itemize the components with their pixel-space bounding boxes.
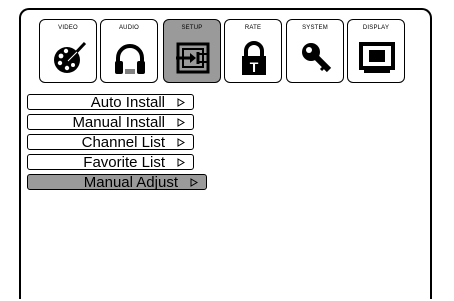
- arrow-right-icon: [177, 98, 185, 107]
- menu-item-channel-list[interactable]: Channel List: [27, 134, 194, 150]
- palette-icon: [54, 41, 87, 73]
- arrow-right-icon: [177, 158, 185, 167]
- menu-item-label: Channel List: [81, 134, 165, 151]
- monitor-icon: [359, 42, 395, 73]
- tab-label: DISPLAY: [362, 25, 390, 31]
- arrow-right-icon: [177, 138, 185, 147]
- tab-label: SETUP: [181, 25, 203, 31]
- tab-display[interactable]: DISPLAY: [347, 19, 405, 83]
- tab-label: AUDIO: [118, 25, 139, 31]
- menu-item-label: Manual Adjust: [83, 174, 178, 191]
- tab-label: SYSTEM: [302, 25, 328, 31]
- key-icon: [302, 43, 332, 73]
- tab-video[interactable]: VIDEO: [39, 19, 97, 83]
- arrow-right-icon: [177, 118, 185, 127]
- menu-item-auto-install[interactable]: Auto Install: [27, 94, 194, 110]
- tab-label: RATE: [244, 25, 262, 31]
- menu-item-label: Auto Install: [90, 94, 165, 111]
- tab-setup[interactable]: SETUP: [163, 19, 221, 83]
- input-icon: [176, 42, 210, 74]
- menu-item-manual-install[interactable]: Manual Install: [27, 114, 194, 130]
- tab-label: VIDEO: [58, 25, 78, 31]
- arrow-right-icon: [190, 178, 198, 187]
- tab-audio[interactable]: AUDIO: [100, 19, 158, 83]
- tab-system[interactable]: SYSTEM: [286, 19, 344, 83]
- lock-icon: T: [242, 41, 266, 75]
- headphones-icon: [115, 44, 145, 74]
- menu-item-label: Favorite List: [83, 154, 165, 171]
- menu-item-label: Manual Install: [72, 114, 165, 131]
- tab-rate[interactable]: RATE T: [224, 19, 282, 83]
- menu-item-favorite-list[interactable]: Favorite List: [27, 154, 194, 170]
- lock-letter: T: [250, 59, 259, 75]
- menu-item-manual-adjust[interactable]: Manual Adjust: [27, 174, 207, 190]
